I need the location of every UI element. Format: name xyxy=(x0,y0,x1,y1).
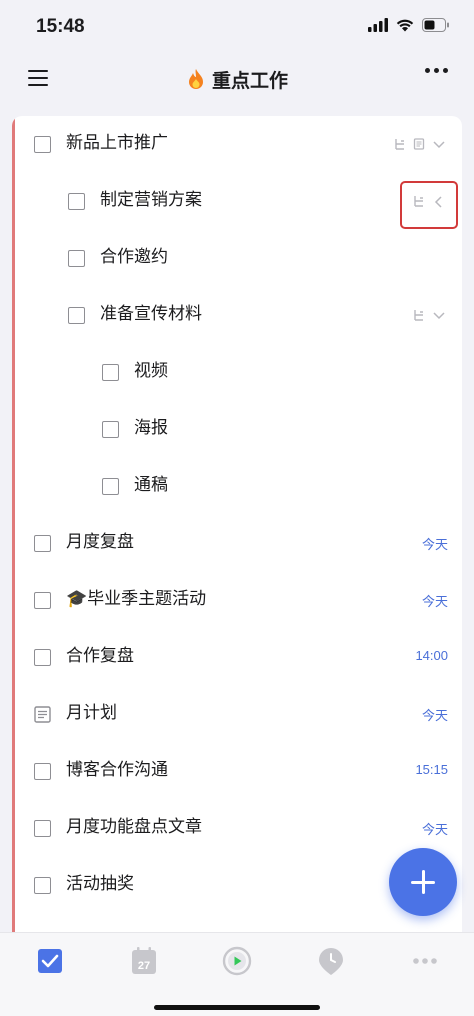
add-task-button[interactable] xyxy=(389,848,457,916)
task-row[interactable]: 月度复盘 今天 xyxy=(12,515,462,572)
task-title: 月计划 xyxy=(66,703,117,723)
due-date: 今天 xyxy=(421,822,448,837)
tab-habit[interactable] xyxy=(311,941,351,981)
tab-tasks[interactable] xyxy=(30,941,70,981)
tab-pomodoro[interactable] xyxy=(217,941,257,981)
task-title: 通稿 xyxy=(134,475,168,495)
tab-more[interactable] xyxy=(405,941,445,981)
task-row[interactable]: 视频 xyxy=(12,344,462,401)
page-title: 重点工作 xyxy=(211,70,288,92)
task-checkbox[interactable] xyxy=(34,877,51,894)
task-row[interactable]: 合作邀约 xyxy=(12,230,462,287)
battery-icon xyxy=(422,18,449,32)
signal-icon xyxy=(368,18,388,32)
status-icons xyxy=(368,18,450,32)
calendar-date-label: 27 xyxy=(138,960,150,972)
chevron-down-icon[interactable] xyxy=(432,309,446,321)
task-row[interactable]: 博客合作沟通 15:15 xyxy=(12,743,462,800)
subtask-icon[interactable] xyxy=(394,138,406,150)
more-dots-icon xyxy=(413,958,437,964)
task-title: 新品上市推广 xyxy=(66,133,168,153)
task-row[interactable]: 合作复盘 14:00 xyxy=(12,629,462,686)
task-title: 活动抽奖 xyxy=(66,874,134,894)
tab-bar: 27 xyxy=(0,932,474,1016)
task-checkbox[interactable] xyxy=(102,421,119,438)
chevron-down-icon[interactable] xyxy=(432,138,446,150)
due-date: 今天 xyxy=(421,708,448,723)
due-date: 15:15 xyxy=(415,762,448,777)
task-title: 合作邀约 xyxy=(100,247,168,267)
task-title: 毕业季主题活动 xyxy=(87,589,207,609)
task-checkbox[interactable] xyxy=(102,478,119,495)
wifi-icon xyxy=(396,19,414,32)
task-title: 月度功能盘点文章 xyxy=(66,817,202,837)
task-row[interactable]: 月计划 今天 xyxy=(12,686,462,743)
task-title: 海报 xyxy=(134,418,168,438)
nav-bar: 重点工作 xyxy=(0,52,474,108)
task-title: 合作复盘 xyxy=(66,646,134,666)
task-title: 视频 xyxy=(134,361,168,381)
due-date: 14:00 xyxy=(415,648,448,663)
tab-calendar[interactable]: 27 xyxy=(124,941,164,981)
task-checkbox[interactable] xyxy=(34,763,51,780)
task-title: 准备宣传材料 xyxy=(100,304,202,324)
more-options-button[interactable] xyxy=(425,68,448,73)
task-checkbox-icon xyxy=(38,949,62,973)
task-row[interactable]: 海报 xyxy=(12,401,462,458)
task-checkbox[interactable] xyxy=(34,820,51,837)
note-item-icon[interactable] xyxy=(34,706,51,723)
task-list: 新品上市推广 制定营销方案 合作邀约 准备宣传材料 视频 海报 通稿 月度复盘 … xyxy=(12,116,462,932)
task-checkbox[interactable] xyxy=(34,136,51,153)
task-title: 制定营销方案 xyxy=(100,190,202,210)
highlight-box xyxy=(400,181,458,229)
task-checkbox[interactable] xyxy=(68,250,85,267)
task-row[interactable]: 通稿 xyxy=(12,458,462,515)
task-checkbox[interactable] xyxy=(68,307,85,324)
graduation-cap-emoji: 🎓 xyxy=(66,589,88,609)
task-row[interactable]: 🎓毕业季主题活动 今天 xyxy=(12,572,462,629)
fire-icon xyxy=(188,69,203,89)
task-row[interactable]: 制定营销方案 xyxy=(12,173,462,230)
task-checkbox[interactable] xyxy=(102,364,119,381)
status-bar: 15:48 xyxy=(0,0,474,52)
status-time: 15:48 xyxy=(36,16,85,37)
due-date: 今天 xyxy=(421,594,448,609)
task-title: 月度复盘 xyxy=(66,532,134,552)
task-checkbox[interactable] xyxy=(34,592,51,609)
home-indicator xyxy=(154,1005,320,1010)
task-title: 博客合作沟通 xyxy=(66,760,168,780)
task-row[interactable]: 新品上市推广 xyxy=(12,116,462,173)
subtask-icon[interactable] xyxy=(413,309,425,321)
habit-clock-icon xyxy=(319,948,343,975)
pomodoro-play-icon xyxy=(222,946,252,976)
list-title-wrap: 重点工作 xyxy=(0,66,474,93)
calendar-icon: 27 xyxy=(132,947,156,974)
task-checkbox[interactable] xyxy=(34,535,51,552)
task-row[interactable]: 准备宣传材料 xyxy=(12,287,462,344)
task-title-wrap: 🎓毕业季主题活动 xyxy=(66,587,206,611)
task-checkbox[interactable] xyxy=(68,193,85,210)
task-row[interactable]: 月度功能盘点文章 今天 xyxy=(12,800,462,857)
note-icon[interactable] xyxy=(413,138,425,150)
due-date: 今天 xyxy=(421,537,448,552)
task-checkbox[interactable] xyxy=(34,649,51,666)
